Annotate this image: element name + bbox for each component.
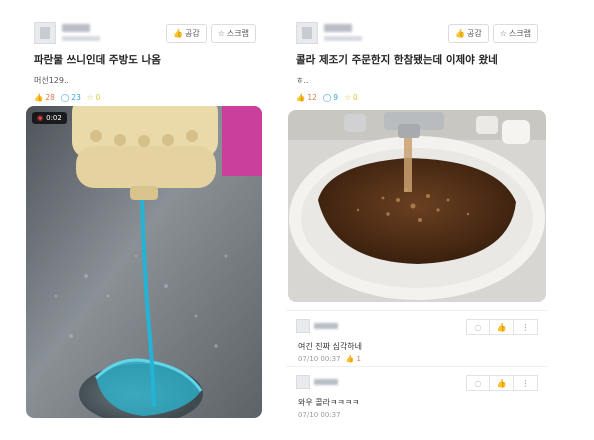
comment-meta: 07/10 00:37 <box>298 411 341 419</box>
comment-count: ◯ 9 <box>322 93 339 102</box>
post-body: ㅎ.. <box>296 76 309 85</box>
chat-bubble-icon: ◯ <box>322 93 332 102</box>
username-blurred[interactable] <box>314 379 338 385</box>
comment-text: 와우 콜라ㅋㅋㅋㅋ <box>298 398 360 407</box>
thumbs-up-icon: 👍 <box>34 93 44 102</box>
video-time-badge: ◉ 0:02 <box>32 112 67 124</box>
post-stats: 👍 28 ◯ 23 ☆ 0 <box>24 93 266 102</box>
more-button[interactable]: ⋮ <box>514 375 538 391</box>
comment-like-button[interactable]: 👍 <box>490 375 514 391</box>
avatar[interactable] <box>296 375 310 389</box>
chat-bubble-icon: ◯ <box>60 93 70 102</box>
avatar[interactable] <box>34 22 56 44</box>
username-blurred[interactable] <box>62 24 90 32</box>
post-header: 👍 공감 ☆ 스크랩 <box>286 12 548 48</box>
like-count: 👍 28 <box>34 93 55 102</box>
chat-bubble-icon: ◌ <box>474 322 482 332</box>
more-vertical-icon: ⋮ <box>521 322 530 332</box>
scrap-button[interactable]: ☆ 스크랩 <box>210 24 256 43</box>
like-button-label: 공감 <box>185 29 200 38</box>
thumbs-up-icon: 👍 <box>496 322 507 332</box>
like-button[interactable]: 👍 공감 <box>166 24 207 43</box>
post-video[interactable]: ◉ 0:02 <box>26 106 262 418</box>
post-body: 머선129.. <box>34 76 70 85</box>
thumbs-up-icon: 👍 <box>173 29 183 38</box>
user-meta-blurred <box>324 36 362 41</box>
like-count: 👍 12 <box>296 93 317 102</box>
post-title: 파란물 쓰니인데 주방도 나옴 <box>34 54 161 66</box>
username-blurred[interactable] <box>324 24 352 32</box>
comment-meta: 07/10 00:37 👍 1 <box>298 355 361 363</box>
comment-actions: ◌ 👍 ⋮ <box>466 319 538 335</box>
sink-brown-water-image <box>288 110 546 302</box>
post-stats: 👍 12 ◯ 9 ☆ 0 <box>286 93 548 102</box>
comment-like-count: 👍 1 <box>345 355 361 363</box>
reply-button[interactable]: ◌ <box>466 375 490 391</box>
username-blurred[interactable] <box>314 323 338 329</box>
thumbs-up-icon: 👍 <box>496 378 507 388</box>
post-header: 👍 공감 ☆ 스크랩 <box>24 12 266 48</box>
thumbs-up-icon: 👍 <box>296 93 306 102</box>
post-actions: 👍 공감 ☆ 스크랩 <box>448 24 538 43</box>
post-title: 콜라 제조기 주문한지 한참됐는데 이제야 왔네 <box>296 54 498 66</box>
record-icon: ◉ <box>37 114 44 122</box>
like-button-label: 공감 <box>467 29 482 38</box>
thumbs-up-icon: 👍 <box>345 355 355 363</box>
scrap-button-label: 스크랩 <box>508 29 531 38</box>
star-icon: ☆ <box>86 93 94 102</box>
comment-item: ◌ 👍 ⋮ 여긴 진짜 심각하네 07/10 00:37 👍 1 <box>286 310 548 366</box>
comment-text: 여긴 진짜 심각하네 <box>298 342 362 351</box>
scrap-button-label: 스크랩 <box>226 29 249 38</box>
post-actions: 👍 공감 ☆ 스크랩 <box>166 24 256 43</box>
like-button[interactable]: 👍 공감 <box>448 24 489 43</box>
comment-time: 07/10 00:37 <box>298 411 341 419</box>
user-meta-blurred <box>62 36 100 41</box>
comment-like-button[interactable]: 👍 <box>490 319 514 335</box>
star-icon: ☆ <box>344 93 351 102</box>
avatar[interactable] <box>296 22 318 44</box>
avatar[interactable] <box>296 319 310 333</box>
post-image[interactable] <box>288 110 546 302</box>
comment-list: ◌ 👍 ⋮ 여긴 진짜 심각하네 07/10 00:37 👍 1 ◌ 👍 ⋮ 와 <box>286 310 548 422</box>
sink-blue-water-image <box>26 106 262 418</box>
star-icon: ☆ <box>499 29 507 38</box>
comment-count: ◯ 23 <box>60 93 81 102</box>
comment-time: 07/10 00:37 <box>298 355 341 363</box>
post-card-right: 👍 공감 ☆ 스크랩 콜라 제조기 주문한지 한참됐는데 이제야 왔네 ㅎ.. … <box>286 12 548 419</box>
star-icon: ☆ <box>217 29 225 38</box>
reply-button[interactable]: ◌ <box>466 319 490 335</box>
chat-bubble-icon: ◌ <box>474 378 482 388</box>
scrap-count: ☆ 0 <box>344 93 358 102</box>
more-vertical-icon: ⋮ <box>521 378 530 388</box>
thumbs-up-icon: 👍 <box>455 29 465 38</box>
post-card-left: 👍 공감 ☆ 스크랩 파란물 쓰니인데 주방도 나옴 머선129.. 👍 28 … <box>24 12 266 418</box>
scrap-count: ☆ 0 <box>86 93 101 102</box>
more-button[interactable]: ⋮ <box>514 319 538 335</box>
scrap-button[interactable]: ☆ 스크랩 <box>492 24 538 43</box>
comment-actions: ◌ 👍 ⋮ <box>466 375 538 391</box>
comment-item: ◌ 👍 ⋮ 와우 콜라ㅋㅋㅋㅋ 07/10 00:37 <box>286 366 548 422</box>
